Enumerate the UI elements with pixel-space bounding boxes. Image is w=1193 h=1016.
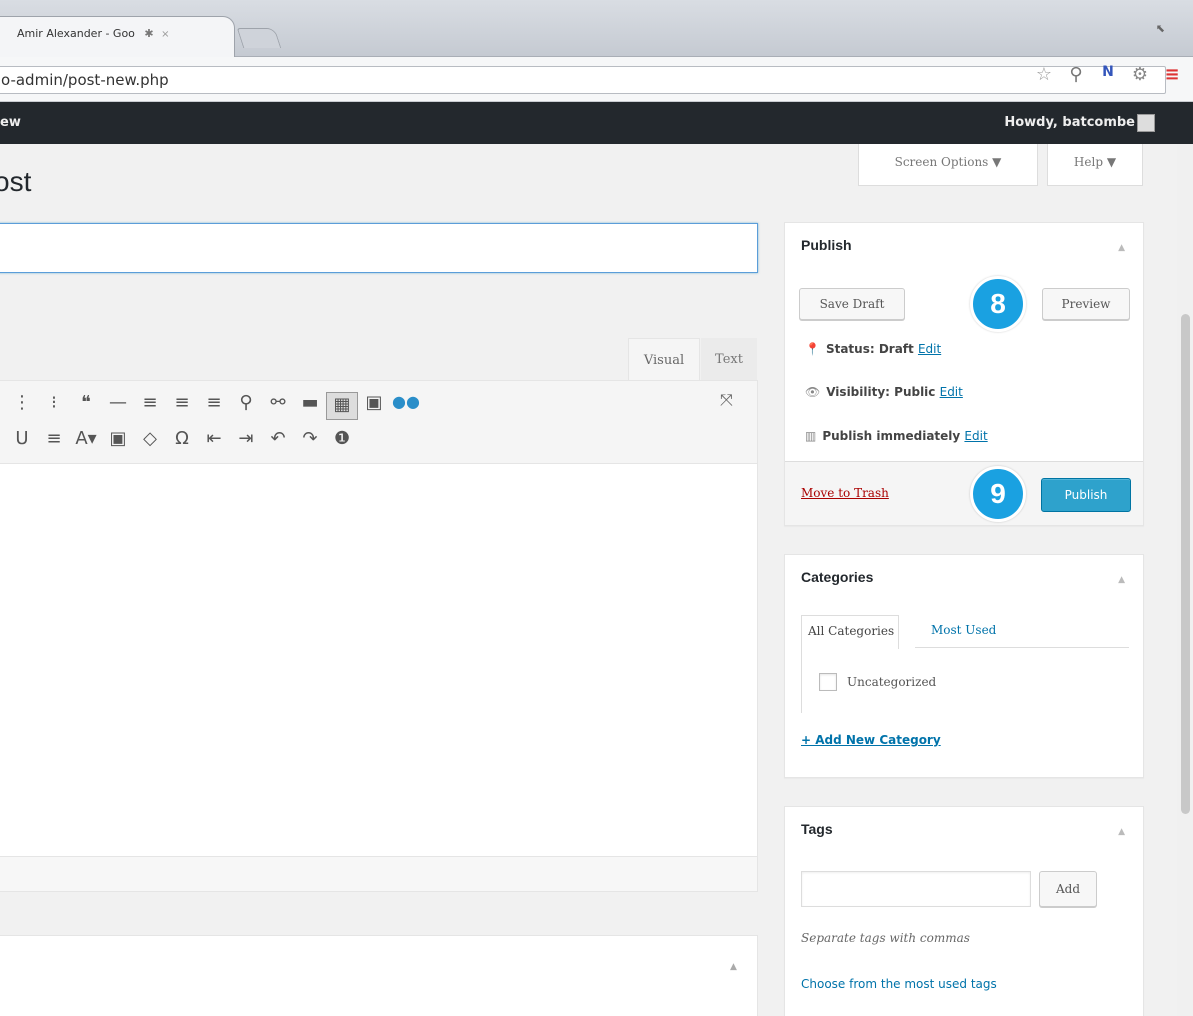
undo-icon[interactable]: ↶ (262, 428, 294, 449)
gear-icon[interactable]: ⚙ (1129, 64, 1151, 85)
add-tag-button[interactable]: Add (1039, 871, 1097, 907)
close-icon[interactable]: × (161, 29, 169, 40)
text-color-icon[interactable]: A▾ (70, 428, 102, 449)
status-edit-link[interactable]: Edit (918, 342, 941, 356)
special-character-icon[interactable]: Ω (166, 428, 198, 449)
category-label: Uncategorized (847, 675, 937, 689)
indent-icon[interactable]: ⇥ (230, 428, 262, 449)
tags-box-title: Tags (801, 821, 833, 837)
underline-icon[interactable]: U (6, 428, 38, 449)
tags-box: Tags ▲ Add Separate tags with commas Cho… (784, 806, 1144, 1016)
admin-bar-new[interactable]: ew (0, 115, 21, 130)
toolbar-toggle-icon[interactable]: ▦ (326, 392, 358, 420)
lower-meta-box (0, 935, 758, 1016)
tab-text[interactable]: Text (701, 338, 757, 380)
tags-input[interactable] (801, 871, 1031, 907)
browser-toolbar: o-admin/post-new.php (0, 57, 1193, 102)
url-input[interactable]: o-admin/post-new.php (0, 66, 1166, 94)
tab-all-categories[interactable]: All Categories (801, 615, 900, 649)
categories-box: Categories ▲ All Categories Most Used Un… (784, 554, 1144, 778)
outdent-icon[interactable]: ⇤ (198, 428, 230, 449)
category-checkbox[interactable] (819, 673, 837, 691)
chevron-up-icon[interactable]: ▲ (1118, 827, 1125, 837)
wp-admin-bar: ew Howdy, batcombe (0, 102, 1193, 144)
extension-n-icon[interactable]: N (1097, 64, 1119, 85)
toolbar-row-1: ⋮ ⁝ ❝ — ≡ ≡ ≡ ⚲ ⚯ ▬ ▦ ▣ ●● (6, 392, 422, 420)
preview-button[interactable]: Preview (1042, 288, 1130, 320)
paste-text-icon[interactable]: ▣ (102, 428, 134, 449)
publish-visibility-row: 👁 Visibility: Public Edit (805, 385, 963, 399)
tags-help-text: Separate tags with commas (801, 931, 970, 945)
page-title: ost (0, 166, 32, 197)
categories-box-title: Categories (801, 569, 874, 585)
align-left-icon[interactable]: ≡ (134, 392, 166, 420)
publish-box: Publish ▲ Save Draft Preview 📍 Status: Dr… (784, 222, 1144, 526)
read-more-icon[interactable]: ▬ (294, 392, 326, 420)
publish-status-row: 📍 Status: Draft Edit (805, 342, 941, 356)
bookmark-star-icon[interactable]: ☆ (1033, 64, 1055, 85)
page-scrollbar[interactable] (1177, 144, 1193, 1016)
post-title-input[interactable] (0, 223, 758, 273)
publish-schedule-row: ▥ Publish immediately Edit (805, 429, 988, 443)
pin-icon: 📍 (805, 342, 820, 356)
help-icon[interactable]: ❶ (326, 428, 358, 449)
redo-icon[interactable]: ↷ (294, 428, 326, 449)
help-button[interactable]: Help ▼ (1047, 144, 1143, 186)
category-tabs-divider (915, 647, 1129, 648)
move-to-trash-link[interactable]: Move to Trash (801, 486, 889, 500)
horizontal-line-icon[interactable]: — (102, 392, 134, 420)
window-restore-icon[interactable]: ⬉ (1156, 22, 1165, 35)
add-media-icon[interactable]: ▣ (358, 392, 390, 420)
toolbar-row-2: U ≡ A▾ ▣ ◇ Ω ⇤ ⇥ ↶ ↷ ❶ (6, 428, 358, 449)
tab-most-used[interactable]: Most Used (931, 623, 996, 637)
chevron-up-icon[interactable]: ▲ (1118, 243, 1125, 253)
browser-tab-title: Amir Alexander - Goo (17, 27, 135, 40)
blockquote-icon[interactable]: ❝ (70, 392, 102, 420)
pin-icon: ✱ (144, 27, 154, 40)
screen-options-button[interactable]: Screen Options ▼ (858, 144, 1038, 186)
choose-most-used-tags-link[interactable]: Choose from the most used tags (801, 977, 997, 991)
visibility-text: Visibility: Public (826, 385, 936, 399)
chevron-up-icon[interactable]: ▲ (730, 962, 737, 972)
step-badge-8: 8 (970, 276, 1026, 332)
publish-actions: Move to Trash Publish (785, 461, 1143, 525)
chevron-up-icon[interactable]: ▲ (1118, 575, 1125, 585)
search-icon[interactable]: ⚲ (1065, 64, 1087, 85)
editor-status-bar (0, 856, 758, 892)
save-draft-button[interactable]: Save Draft (799, 288, 905, 320)
numbered-list-icon[interactable]: ⋮ (6, 392, 38, 420)
insert-link-icon[interactable]: ⚲ (230, 392, 262, 420)
browser-tabstrip: Amir Alexander - Goo ✱ × ⬉ (0, 0, 1193, 58)
eye-icon: 👁 (805, 385, 821, 399)
scrollbar-thumb[interactable] (1181, 314, 1190, 814)
step-badge-9: 9 (970, 466, 1026, 522)
avatar[interactable] (1137, 114, 1155, 132)
admin-bar-howdy[interactable]: Howdy, batcombe (1004, 115, 1135, 130)
plugin-dots-icon[interactable]: ●● (390, 392, 422, 420)
add-new-category-link[interactable]: + Add New Category (801, 733, 941, 747)
publish-box-title: Publish (801, 237, 852, 253)
tab-visual[interactable]: Visual (628, 338, 700, 380)
browser-tab[interactable]: Amir Alexander - Goo ✱ × (0, 16, 235, 58)
fullscreen-icon[interactable]: ⤧ (720, 390, 733, 410)
clear-formatting-icon[interactable]: ◇ (134, 428, 166, 449)
publish-button[interactable]: Publish (1041, 478, 1131, 512)
new-tab-button[interactable] (236, 28, 282, 48)
justify-icon[interactable]: ≡ (38, 428, 70, 449)
menu-icon[interactable]: ≡ (1161, 64, 1183, 85)
bulleted-list-icon[interactable]: ⁝ (38, 392, 70, 420)
schedule-edit-link[interactable]: Edit (964, 429, 987, 443)
unlink-icon[interactable]: ⚯ (262, 392, 294, 420)
align-center-icon[interactable]: ≡ (166, 392, 198, 420)
status-text: Status: Draft (825, 342, 914, 356)
visibility-edit-link[interactable]: Edit (940, 385, 963, 399)
category-tabs: All Categories Most Used (801, 615, 1129, 649)
schedule-text: Publish immediately (822, 429, 961, 443)
browser-extension-icons: ☆ ⚲ N ⚙ ≡ (1033, 64, 1183, 85)
calendar-icon: ▥ (805, 429, 817, 443)
align-right-icon[interactable]: ≡ (198, 392, 230, 420)
